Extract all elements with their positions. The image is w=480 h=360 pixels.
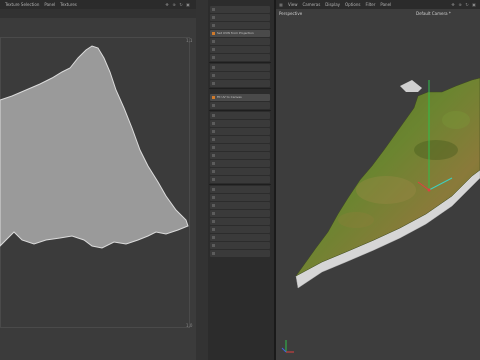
- cmd-item[interactable]: [210, 22, 270, 29]
- cmd-item[interactable]: [210, 210, 270, 217]
- gizmo-center: [427, 188, 431, 192]
- cmd-item[interactable]: [210, 144, 270, 151]
- cmd-item[interactable]: [210, 186, 270, 193]
- rotate-icon[interactable]: ↻: [179, 2, 183, 7]
- cmd-set-uvw-from-projection[interactable]: Set UVW from Projection: [210, 30, 270, 37]
- axis-indicator-z: [281, 347, 287, 353]
- cmd-item[interactable]: [210, 112, 270, 119]
- command-icon: [212, 56, 215, 59]
- menu-texture-selection[interactable]: Texture Selection: [5, 2, 39, 7]
- fit-icon: [212, 96, 215, 99]
- cmd-item[interactable]: [210, 194, 270, 201]
- maximize-icon[interactable]: ▣: [186, 2, 190, 7]
- cmd-item[interactable]: [210, 218, 270, 225]
- menu-panel[interactable]: Panel: [44, 2, 55, 7]
- cmd-item[interactable]: [210, 202, 270, 209]
- cmd-item[interactable]: [210, 168, 270, 175]
- panel-splitter[interactable]: [196, 0, 208, 360]
- command-icon: [212, 66, 215, 69]
- command-icon: [212, 188, 215, 191]
- command-icon: [212, 130, 215, 133]
- command-icon: [212, 178, 215, 181]
- cmd-item[interactable]: [210, 64, 270, 71]
- divider: [209, 110, 271, 111]
- cmd-item[interactable]: [210, 14, 270, 21]
- cmd-item[interactable]: [210, 152, 270, 159]
- divider: [209, 184, 271, 185]
- terrain-scene: [281, 77, 480, 353]
- cmd-item[interactable]: [210, 226, 270, 233]
- projection-icon: [212, 32, 215, 35]
- command-icon: [212, 162, 215, 165]
- uv-nav-icons: ✥ ⊕ ↻ ▣: [165, 2, 196, 7]
- move-icon[interactable]: ✥: [165, 2, 169, 7]
- cmd-item[interactable]: [210, 102, 270, 109]
- cmd-fit-uv-to-canvas[interactable]: Fit UV to Canvas: [210, 94, 270, 101]
- cmd-item[interactable]: [210, 38, 270, 45]
- command-icon: [212, 220, 215, 223]
- command-icon: [212, 146, 215, 149]
- command-icon: [212, 114, 215, 117]
- cmd-item[interactable]: [210, 160, 270, 167]
- command-icon: [212, 196, 215, 199]
- command-icon: [212, 212, 215, 215]
- uv-menubar: Texture Selection Panel Textures ✥ ⊕ ↻ ▣: [0, 0, 196, 9]
- divider: [209, 62, 271, 63]
- cmd-item[interactable]: [210, 46, 270, 53]
- command-icon: [212, 122, 215, 125]
- zoom-icon[interactable]: ⊕: [172, 2, 176, 7]
- command-icon: [212, 170, 215, 173]
- command-icon: [212, 104, 215, 107]
- cmd-item[interactable]: [210, 80, 270, 87]
- command-icon: [212, 74, 215, 77]
- command-icon: [212, 204, 215, 207]
- cmd-item[interactable]: [210, 54, 270, 61]
- command-icon: [212, 228, 215, 231]
- cmd-item[interactable]: [210, 128, 270, 135]
- menu-textures[interactable]: Textures: [60, 2, 77, 7]
- divider: [209, 88, 271, 89]
- command-icon: [212, 8, 215, 11]
- uv-island-mesh[interactable]: [0, 40, 196, 340]
- command-icon: [212, 82, 215, 85]
- command-icon: [212, 24, 215, 27]
- cmd-label: Fit UV to Canvas: [217, 95, 242, 99]
- cmd-item[interactable]: [210, 234, 270, 241]
- command-icon: [212, 16, 215, 19]
- uv-toolbar: [0, 9, 196, 18]
- cmd-item[interactable]: [210, 176, 270, 183]
- cmd-label: Set UVW from Projection: [217, 31, 254, 35]
- command-icon: [212, 154, 215, 157]
- cmd-item[interactable]: [210, 6, 270, 13]
- command-icon: [212, 236, 215, 239]
- command-icon: [212, 252, 215, 255]
- cmd-item[interactable]: [210, 250, 270, 257]
- cmd-item[interactable]: [210, 242, 270, 249]
- command-icon: [212, 48, 215, 51]
- terrain-skirt-back: [400, 80, 422, 92]
- cmd-item[interactable]: [210, 72, 270, 79]
- perspective-viewport[interactable]: ▦ View Cameras Display Options Filter Pa…: [276, 0, 480, 360]
- command-icon: [212, 40, 215, 43]
- cmd-item[interactable]: [210, 120, 270, 127]
- command-icon: [212, 138, 215, 141]
- cmd-item[interactable]: [210, 136, 270, 143]
- command-icon: [212, 244, 215, 247]
- uv-editor-panel: Texture Selection Panel Textures ✥ ⊕ ↻ ▣…: [0, 0, 196, 360]
